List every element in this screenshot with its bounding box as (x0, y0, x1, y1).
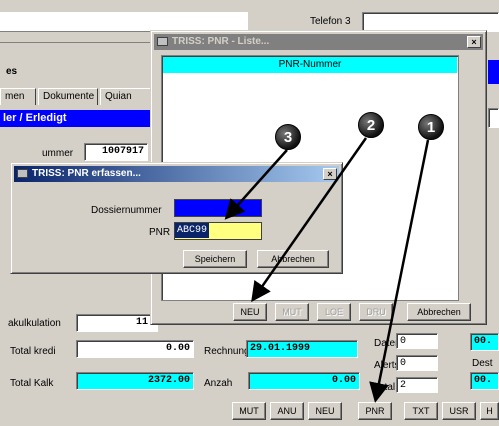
callout-1-marker: 1 (418, 114, 444, 140)
arrow-3 (224, 149, 288, 220)
annotation-arrows (224, 137, 430, 403)
callout-3-marker: 3 (275, 124, 301, 150)
arrow-1 (369, 139, 430, 403)
callout-2-marker: 2 (358, 112, 384, 138)
arrow-2 (251, 137, 368, 303)
